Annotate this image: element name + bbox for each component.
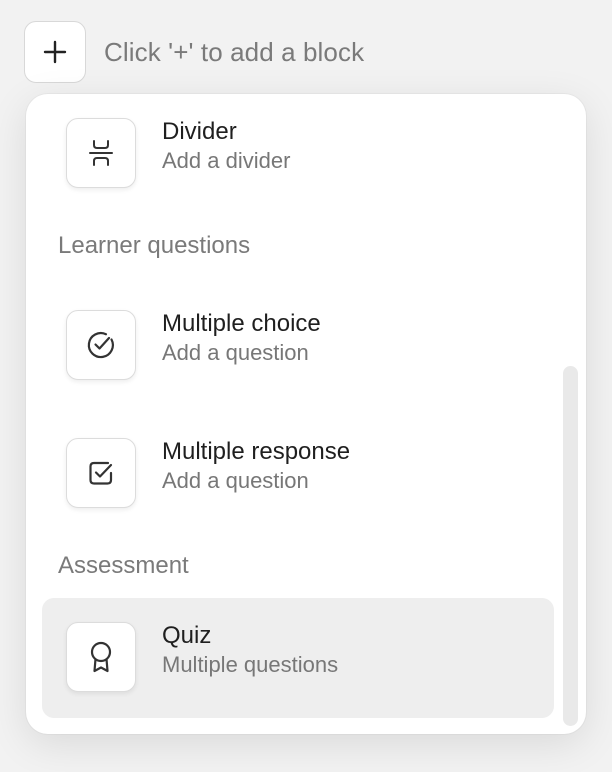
menu-item-title: Multiple choice bbox=[162, 310, 321, 337]
add-block-row: Click '+' to add a block bbox=[24, 20, 364, 84]
menu-scrollbar[interactable] bbox=[563, 366, 578, 726]
menu-item-subtitle: Add a question bbox=[162, 468, 309, 493]
menu-item-title: Divider bbox=[162, 118, 237, 145]
menu-item-divider[interactable]: Divider Add a divider bbox=[42, 94, 554, 214]
menu-item-multiple-choice[interactable]: Multiple choice Add a question bbox=[42, 286, 554, 406]
check-circle-icon bbox=[66, 310, 136, 380]
menu-item-quiz[interactable]: Quiz Multiple questions bbox=[42, 598, 554, 718]
add-block-hint: Click '+' to add a block bbox=[104, 36, 365, 67]
menu-item-multiple-response[interactable]: Multiple response Add a question bbox=[42, 414, 554, 534]
award-icon bbox=[66, 622, 136, 692]
add-block-button[interactable] bbox=[24, 21, 86, 83]
menu-item-subtitle: Add a question bbox=[162, 340, 309, 365]
section-heading-learner-questions: Learner questions bbox=[58, 232, 251, 259]
menu-item-subtitle: Multiple questions bbox=[162, 652, 339, 677]
checkbox-icon bbox=[66, 438, 136, 508]
menu-item-subtitle: Add a divider bbox=[162, 148, 291, 173]
block-menu: Divider Add a divider Learner questions … bbox=[26, 94, 586, 734]
menu-item-title: Multiple response bbox=[162, 438, 351, 465]
divider-icon bbox=[66, 118, 136, 188]
menu-item-title: Quiz bbox=[162, 622, 212, 649]
plus-icon bbox=[42, 39, 68, 65]
section-heading-assessment: Assessment bbox=[58, 552, 189, 579]
